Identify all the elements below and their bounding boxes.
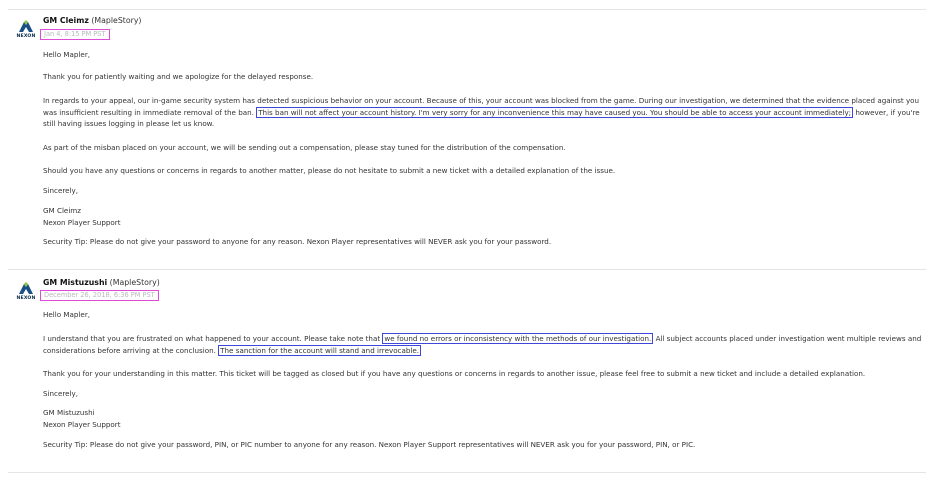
- nexon-logo-text: NEXON: [16, 34, 36, 39]
- security-tip: Security Tip: Please do not give your pa…: [43, 440, 696, 449]
- nexon-logo: NEXON: [15, 282, 37, 301]
- signature-team: Nexon Player Support: [43, 217, 121, 227]
- signature-name: GM Mistuzushi: [43, 408, 95, 417]
- signature-name: GM Cleimz: [43, 206, 82, 215]
- top-divider: [8, 9, 926, 10]
- message-date: December 26, 2018, 6:36 PM PST: [40, 290, 159, 301]
- message-author: GM Mistuzushi (MapleStory): [43, 278, 160, 288]
- signature: GM Cleimz Nexon Player Support: [43, 205, 927, 228]
- bottom-divider: [8, 472, 926, 473]
- highlighted-statement: we found no errors or inconsistency with…: [382, 333, 654, 344]
- security-tip: Security Tip: Please do not give your pa…: [43, 237, 552, 246]
- greeting: Hello Mapler,: [43, 310, 91, 319]
- nexon-logo-icon: [19, 282, 33, 294]
- highlighted-statement: This ban will not affect your account hi…: [256, 106, 854, 118]
- highlighted-statement: The sanction for the account will stand …: [218, 344, 422, 356]
- author-game: (MapleStory): [109, 278, 160, 287]
- paragraph-1: I understand that you are frustrated on …: [43, 333, 927, 356]
- paragraph-1: Thank you for patiently waiting and we a…: [43, 72, 314, 81]
- paragraph-4: Should you have any questions or concern…: [43, 166, 616, 175]
- author-name: GM Cleimz: [43, 16, 89, 25]
- sign-off: Sincerely,: [43, 389, 79, 398]
- paragraph-1-line-2: considerations before arriving at the co…: [43, 344, 422, 356]
- paragraph-2-line-3: still having issues logging in please le…: [43, 119, 215, 129]
- greeting: Hello Mapler,: [43, 50, 91, 59]
- paragraph-2-line-1: In regards to your appeal, our in-game s…: [43, 96, 920, 105]
- sign-off: Sincerely,: [43, 186, 79, 195]
- author-name: GM Mistuzushi: [43, 278, 108, 287]
- nexon-logo: NEXON: [15, 20, 37, 39]
- nexon-logo-text: NEXON: [16, 296, 36, 301]
- paragraph-2-line-2: was insufficient resulting in immediate …: [43, 106, 920, 118]
- signature-team: Nexon Player Support: [43, 419, 121, 429]
- paragraph-3: As part of the misban placed on your acc…: [43, 143, 566, 152]
- nexon-logo-icon: [19, 20, 33, 32]
- signature: GM Mistuzushi Nexon Player Support: [43, 407, 927, 430]
- message-divider: [8, 269, 926, 270]
- message-date: Jan 4, 8:15 PM PST: [40, 29, 110, 40]
- message-author: GM Cleimz (MapleStory): [43, 16, 141, 26]
- paragraph-1-line-1: I understand that you are frustrated on …: [43, 333, 922, 344]
- paragraph-2: Thank you for your understanding in this…: [43, 369, 866, 378]
- author-game: (MapleStory): [91, 16, 142, 25]
- paragraph-2: In regards to your appeal, our in-game s…: [43, 95, 927, 130]
